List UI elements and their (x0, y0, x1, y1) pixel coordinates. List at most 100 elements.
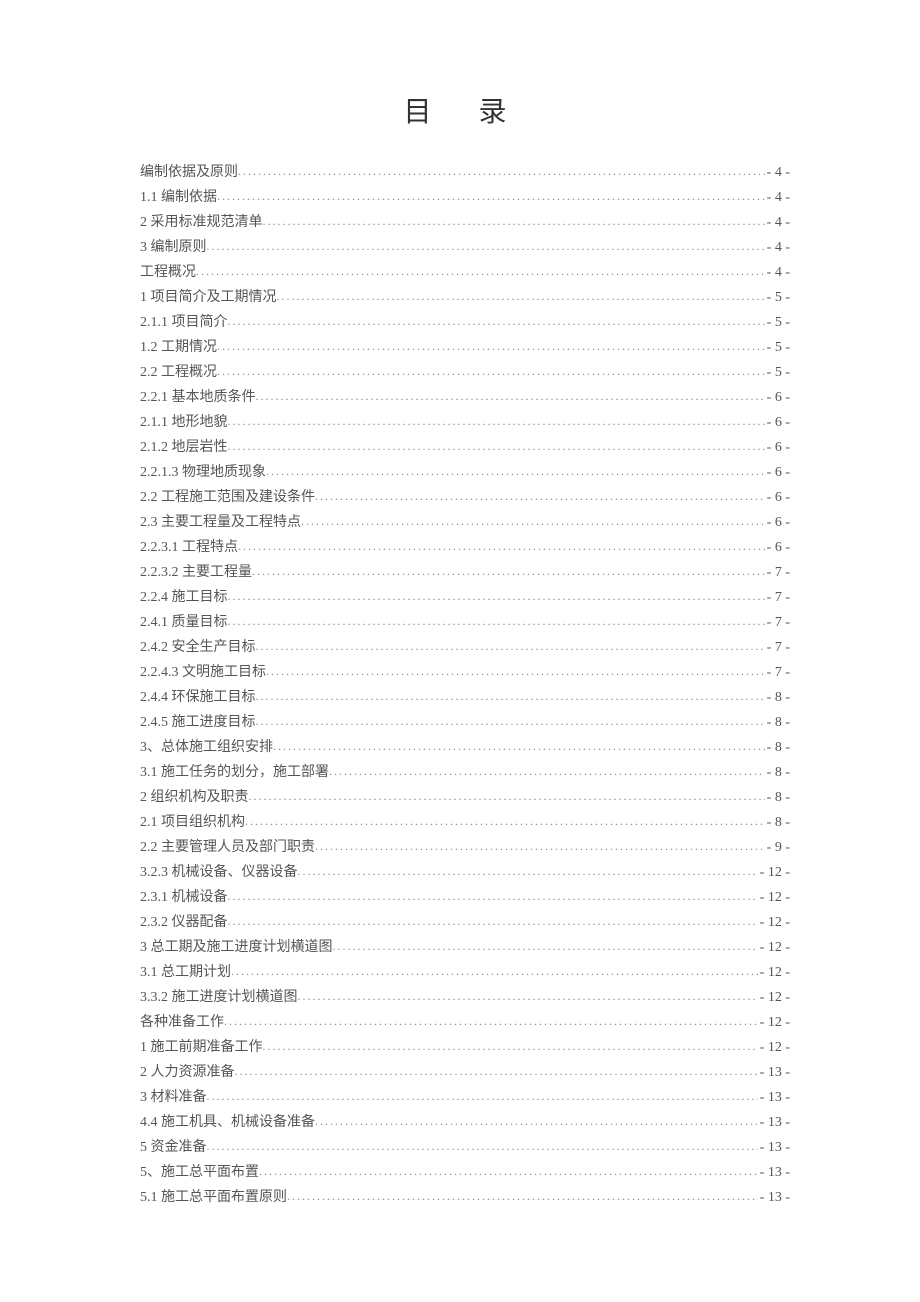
toc-entry-page: - 4 - (765, 185, 790, 210)
toc-leader-dots (231, 959, 758, 984)
toc-entry: 3、总体施工组织安排 - 8 - (140, 735, 790, 760)
toc-entry: 2.2.1.3 物理地质现象 - 6 - (140, 460, 790, 485)
toc-leader-dots (256, 384, 765, 409)
toc-leader-dots (256, 709, 765, 734)
toc-leader-dots (329, 759, 765, 784)
toc-entry: 5、施工总平面布置 - 13 - (140, 1160, 790, 1185)
toc-entry-label: 编制依据及原则 (140, 160, 238, 185)
toc-entry-page: - 7 - (765, 610, 790, 635)
toc-entry: 2 组织机构及职责 - 8 - (140, 785, 790, 810)
toc-leader-dots (228, 584, 765, 609)
toc-entry-page: - 13 - (758, 1085, 790, 1110)
toc-entry-label: 2.2.4.3 文明施工目标 (140, 660, 266, 685)
toc-entry: 3 总工期及施工进度计划横道图 - 12 - (140, 935, 790, 960)
toc-entry-label: 2.1 项目组织机构 (140, 810, 245, 835)
toc-entry: 2 人力资源准备 - 13 - (140, 1060, 790, 1085)
toc-entry-label: 2.1.1 项目简介 (140, 310, 228, 335)
toc-leader-dots (333, 934, 758, 959)
toc-entry: 2.2 主要管理人员及部门职责 - 9 - (140, 835, 790, 860)
toc-leader-dots (273, 734, 765, 759)
toc-entry-label: 5.1 施工总平面布置原则 (140, 1185, 287, 1210)
toc-leader-dots (196, 259, 765, 284)
toc-leader-dots (228, 909, 758, 934)
toc-entry: 1.1 编制依据 - 4 - (140, 185, 790, 210)
toc-entry: 2.2.4.3 文明施工目标 - 7 - (140, 660, 790, 685)
toc-entry: 2.2.3.1 工程特点 - 6 - (140, 535, 790, 560)
toc-leader-dots (207, 1134, 758, 1159)
toc-entry-page: - 7 - (765, 560, 790, 585)
toc-entry-page: - 7 - (765, 635, 790, 660)
toc-leader-dots (256, 634, 765, 659)
toc-leader-dots (266, 459, 765, 484)
toc-entry: 2.1 项目组织机构 - 8 - (140, 810, 790, 835)
toc-entry-label: 1.1 编制依据 (140, 185, 217, 210)
toc-entry-page: - 8 - (765, 760, 790, 785)
toc-entry: 3.1 总工期计划 - 12 - (140, 960, 790, 985)
toc-entry: 1.2 工期情况 - 5 - (140, 335, 790, 360)
toc-entry: 2.3.2 仪器配备 - 12 - (140, 910, 790, 935)
toc-leader-dots (228, 609, 765, 634)
toc-entry-page: - 7 - (765, 585, 790, 610)
toc-entry-page: - 12 - (758, 885, 790, 910)
toc-leader-dots (287, 1184, 758, 1209)
toc-leader-dots (224, 1009, 758, 1034)
toc-entry-label: 2.3.1 机械设备 (140, 885, 228, 910)
toc-entry-label: 2.4.2 安全生产目标 (140, 635, 256, 660)
toc-entry-page: - 6 - (765, 485, 790, 510)
toc-entry-label: 2.2 工程概况 (140, 360, 217, 385)
toc-entry: 2.2.1 基本地质条件 - 6 - (140, 385, 790, 410)
toc-entry-page: - 9 - (765, 835, 790, 860)
toc-entry-label: 2.2.3.2 主要工程量 (140, 560, 252, 585)
toc-entry-label: 各种准备工作 (140, 1010, 224, 1035)
toc-entry-page: - 4 - (765, 235, 790, 260)
toc-leader-dots (235, 1059, 758, 1084)
toc-leader-dots (228, 884, 758, 909)
toc-entry-page: - 8 - (765, 710, 790, 735)
toc-leader-dots (217, 184, 765, 209)
toc-entry-label: 2 组织机构及职责 (140, 785, 249, 810)
toc-entry-page: - 13 - (758, 1060, 790, 1085)
toc-leader-dots (315, 1109, 758, 1134)
toc-entry-page: - 5 - (765, 335, 790, 360)
toc-entry-page: - 12 - (758, 960, 790, 985)
toc-entry: 各种准备工作 - 12 - (140, 1010, 790, 1035)
toc-leader-dots (207, 1084, 758, 1109)
toc-entry-page: - 6 - (765, 510, 790, 535)
toc-entry: 2.4.2 安全生产目标 - 7 - (140, 635, 790, 660)
toc-entry: 2.4.4 环保施工目标 - 8 - (140, 685, 790, 710)
toc-entry-page: - 7 - (765, 660, 790, 685)
toc-title: 目 录 (140, 90, 790, 130)
toc-entry-page: - 5 - (765, 285, 790, 310)
toc-entry: 5 资金准备 - 13 - (140, 1135, 790, 1160)
toc-leader-dots (207, 234, 765, 259)
toc-entry-label: 1 项目简介及工期情况 (140, 285, 277, 310)
toc-entry-label: 2.4.5 施工进度目标 (140, 710, 256, 735)
toc-entry-page: - 12 - (758, 1010, 790, 1035)
toc-leader-dots (266, 659, 765, 684)
toc-entry-label: 2.2.3.1 工程特点 (140, 535, 238, 560)
toc-entry: 2.2.4 施工目标 - 7 - (140, 585, 790, 610)
toc-entry-page: - 6 - (765, 435, 790, 460)
toc-entry-label: 2.2 主要管理人员及部门职责 (140, 835, 315, 860)
toc-entry-label: 3 材料准备 (140, 1085, 207, 1110)
toc-entry: 2.1.1 地形地貌 - 6 - (140, 410, 790, 435)
toc-leader-dots (228, 434, 765, 459)
toc-entry: 3.2.3 机械设备、仪器设备 - 12 - (140, 860, 790, 885)
toc-entry-label: 3.2.3 机械设备、仪器设备 (140, 860, 298, 885)
toc-entry: 2.2 工程概况 - 5 - (140, 360, 790, 385)
toc-entry-label: 4.4 施工机具、机械设备准备 (140, 1110, 315, 1135)
toc-entry-label: 2.1.1 地形地貌 (140, 410, 228, 435)
toc-leader-dots (228, 409, 765, 434)
toc-entry: 2.3 主要工程量及工程特点 - 6 - (140, 510, 790, 535)
toc-leader-dots (228, 309, 765, 334)
toc-entry: 4.4 施工机具、机械设备准备 - 13 - (140, 1110, 790, 1135)
toc-entry-page: - 6 - (765, 410, 790, 435)
table-of-contents: 编制依据及原则 - 4 -1.1 编制依据 - 4 -2 采用标准规范清单 - … (140, 160, 790, 1210)
toc-entry-page: - 13 - (758, 1185, 790, 1210)
toc-entry-label: 2.2 工程施工范围及建设条件 (140, 485, 315, 510)
toc-entry-label: 1.2 工期情况 (140, 335, 217, 360)
toc-entry-label: 3.3.2 施工进度计划横道图 (140, 985, 298, 1010)
toc-entry-page: - 13 - (758, 1110, 790, 1135)
toc-entry-label: 3.1 施工任务的划分，施工部署 (140, 760, 329, 785)
toc-leader-dots (263, 1034, 758, 1059)
